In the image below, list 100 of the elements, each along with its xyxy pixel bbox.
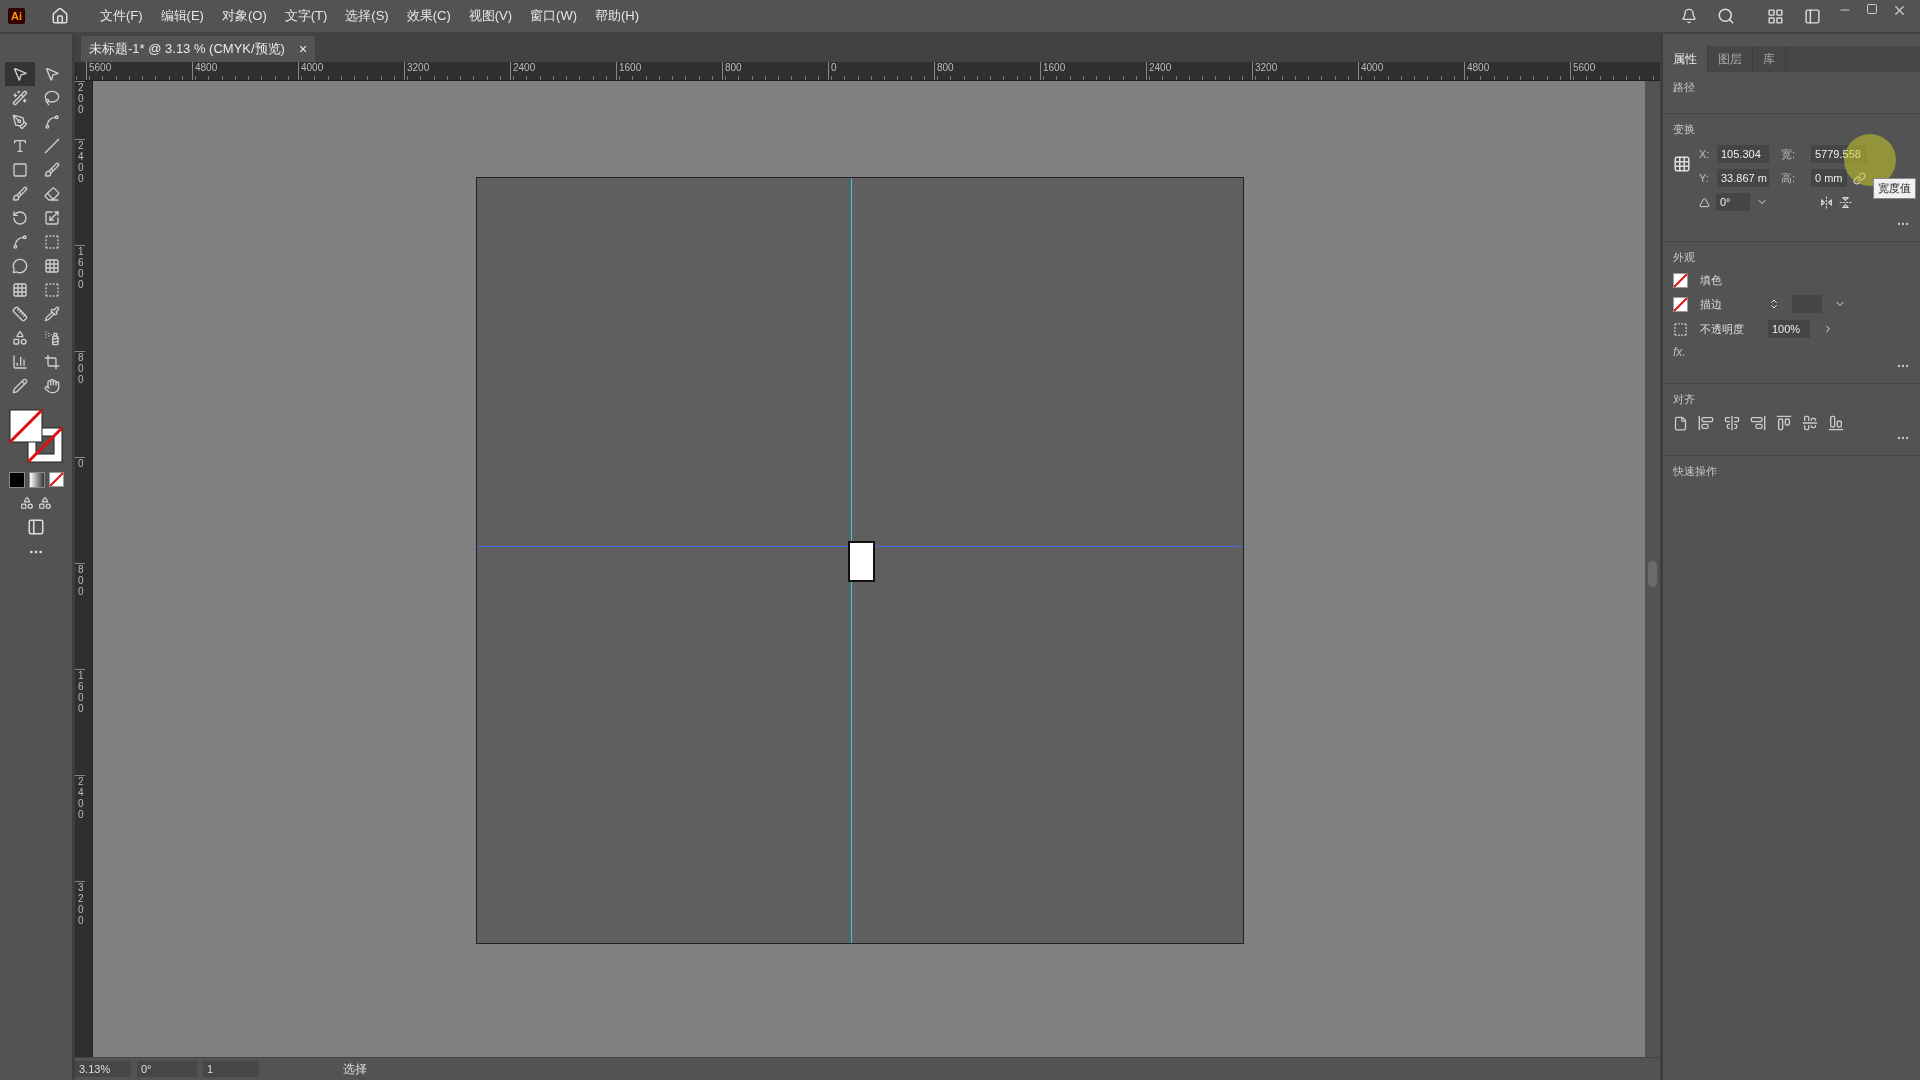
menu-item[interactable]: 效果(C) bbox=[399, 3, 458, 29]
ruler-label: 800 bbox=[934, 62, 1040, 80]
ruler-label: 3200 bbox=[404, 62, 510, 80]
align-right-icon[interactable] bbox=[1750, 415, 1766, 431]
color-mode-icon[interactable] bbox=[8, 472, 25, 488]
dashed-select-icon bbox=[44, 234, 60, 250]
effects-button[interactable]: fx. bbox=[1673, 345, 1686, 359]
stroke-swatch[interactable] bbox=[1673, 296, 1688, 312]
ruler-label: 4800 bbox=[1464, 62, 1570, 80]
brush-icon bbox=[44, 162, 60, 178]
close-tab-button[interactable]: × bbox=[298, 41, 308, 57]
panel-icon[interactable] bbox=[1804, 7, 1821, 25]
ruler-label: 2400 bbox=[75, 775, 85, 881]
ruler-icon bbox=[12, 306, 28, 322]
y-field[interactable]: 33.867 m bbox=[1717, 169, 1769, 187]
pointer-icon bbox=[44, 66, 60, 82]
align-center-icon[interactable] bbox=[1724, 415, 1740, 431]
document-tab[interactable]: 未标题-1* @ 3.13 % (CMYK/预览) × bbox=[81, 36, 316, 62]
line-icon bbox=[44, 138, 60, 154]
curve-icon bbox=[12, 234, 28, 250]
menu-item[interactable]: 文字(T) bbox=[277, 3, 335, 29]
menu-item[interactable]: 选择(S) bbox=[338, 3, 396, 29]
workspace-icon[interactable] bbox=[1767, 7, 1784, 25]
ruler-label: 0 bbox=[75, 457, 85, 563]
ruler-label: 0 bbox=[828, 62, 934, 80]
menu-item[interactable]: 编辑(E) bbox=[153, 3, 211, 29]
height-field[interactable]: 0 mm bbox=[1811, 169, 1847, 187]
rotate-icon bbox=[12, 210, 28, 226]
link-icon[interactable] bbox=[1853, 171, 1866, 185]
angle-icon bbox=[1699, 196, 1710, 208]
align-left-icon[interactable] bbox=[1698, 415, 1714, 431]
none-mode-icon[interactable] bbox=[48, 472, 64, 487]
ruler-label: 5600 bbox=[86, 62, 192, 80]
stepper-icon[interactable] bbox=[1768, 298, 1780, 310]
ruler-label: 2400 bbox=[75, 139, 85, 245]
crop-icon bbox=[44, 354, 60, 370]
menu-item[interactable]: 窗口(W) bbox=[523, 3, 584, 29]
panel-tab[interactable]: 属性 bbox=[1663, 46, 1708, 72]
selected-object[interactable] bbox=[848, 540, 875, 582]
height-label: 高: bbox=[1781, 170, 1797, 186]
section-title: 外观 bbox=[1673, 250, 1696, 265]
home-icon[interactable] bbox=[51, 7, 69, 25]
stroke-label[interactable]: 描边 bbox=[1700, 296, 1756, 312]
ruler-label: 2400 bbox=[510, 62, 616, 80]
search-icon[interactable] bbox=[1717, 7, 1735, 25]
ruler-label: 200 bbox=[75, 81, 85, 139]
pen-nib-icon bbox=[12, 114, 28, 130]
menu-item[interactable]: 对象(O) bbox=[214, 3, 274, 29]
artboard-field[interactable]: 1 bbox=[203, 1061, 259, 1077]
bar-chart-icon bbox=[12, 354, 28, 370]
flip-vertical-icon[interactable] bbox=[1839, 195, 1852, 209]
align-middle-icon[interactable] bbox=[1802, 415, 1818, 431]
hand-icon bbox=[44, 378, 60, 394]
maximize-icon[interactable] bbox=[1866, 3, 1878, 15]
ruler-label: 4000 bbox=[1358, 62, 1464, 80]
width-label: 宽: bbox=[1781, 146, 1797, 162]
width-field[interactable]: 5779.558 bbox=[1811, 145, 1867, 163]
panel-tab[interactable]: 图层 bbox=[1708, 46, 1753, 72]
menu-item[interactable]: 文件(F) bbox=[93, 3, 150, 29]
flip-horizontal-icon[interactable] bbox=[1820, 195, 1833, 209]
panel-tab[interactable]: 库 bbox=[1753, 46, 1786, 72]
ruler-label: 3200 bbox=[1252, 62, 1358, 80]
x-field[interactable]: 105.304 bbox=[1717, 145, 1769, 163]
bell-icon[interactable] bbox=[1681, 8, 1697, 24]
brush-icon bbox=[12, 186, 28, 202]
opacity-label[interactable]: 不透明度 bbox=[1700, 321, 1756, 337]
pencil-icon bbox=[12, 378, 28, 394]
y-label: Y: bbox=[1699, 172, 1710, 184]
x-label: X: bbox=[1699, 148, 1711, 160]
shapes-icon bbox=[12, 330, 28, 346]
fill-swatch[interactable] bbox=[1673, 273, 1688, 288]
gradient-mode-icon[interactable] bbox=[28, 472, 45, 488]
angle-field[interactable]: 0° bbox=[1716, 193, 1750, 211]
rotation-field[interactable]: 0° bbox=[137, 1061, 197, 1077]
screen-mode-icon[interactable] bbox=[27, 518, 45, 536]
opacity-icon bbox=[1673, 321, 1688, 337]
align-to-icon[interactable] bbox=[1673, 415, 1688, 431]
ruler-label: 4000 bbox=[298, 62, 404, 80]
align-bottom-icon[interactable] bbox=[1828, 415, 1844, 431]
selection-tool[interactable] bbox=[5, 62, 35, 86]
close-icon[interactable] bbox=[1892, 3, 1907, 18]
ruler-label: 1600 bbox=[1040, 62, 1146, 80]
grid-icon bbox=[12, 282, 28, 298]
fill-stroke-swatches[interactable] bbox=[8, 408, 64, 464]
opacity-field[interactable]: 100% bbox=[1768, 320, 1810, 338]
app-logo: Ai bbox=[8, 8, 25, 24]
zoom-field[interactable]: 3.13% bbox=[75, 1061, 131, 1077]
status-text: 选择 bbox=[342, 1060, 368, 1078]
ruler-label: 1600 bbox=[616, 62, 722, 80]
draw-behind-icon[interactable] bbox=[38, 496, 52, 510]
square-icon bbox=[12, 162, 28, 178]
section-title: 变换 bbox=[1673, 122, 1696, 137]
ruler-label: 800 bbox=[75, 563, 85, 669]
draw-mode-icon[interactable] bbox=[20, 496, 34, 510]
menu-item[interactable]: 视图(V) bbox=[461, 3, 520, 29]
align-top-icon[interactable] bbox=[1776, 415, 1792, 431]
object-type: 路径 bbox=[1673, 80, 1696, 95]
menu-item[interactable]: 帮助(H) bbox=[588, 3, 647, 29]
ruler-label: 800 bbox=[75, 351, 85, 457]
curve-icon bbox=[44, 114, 60, 130]
